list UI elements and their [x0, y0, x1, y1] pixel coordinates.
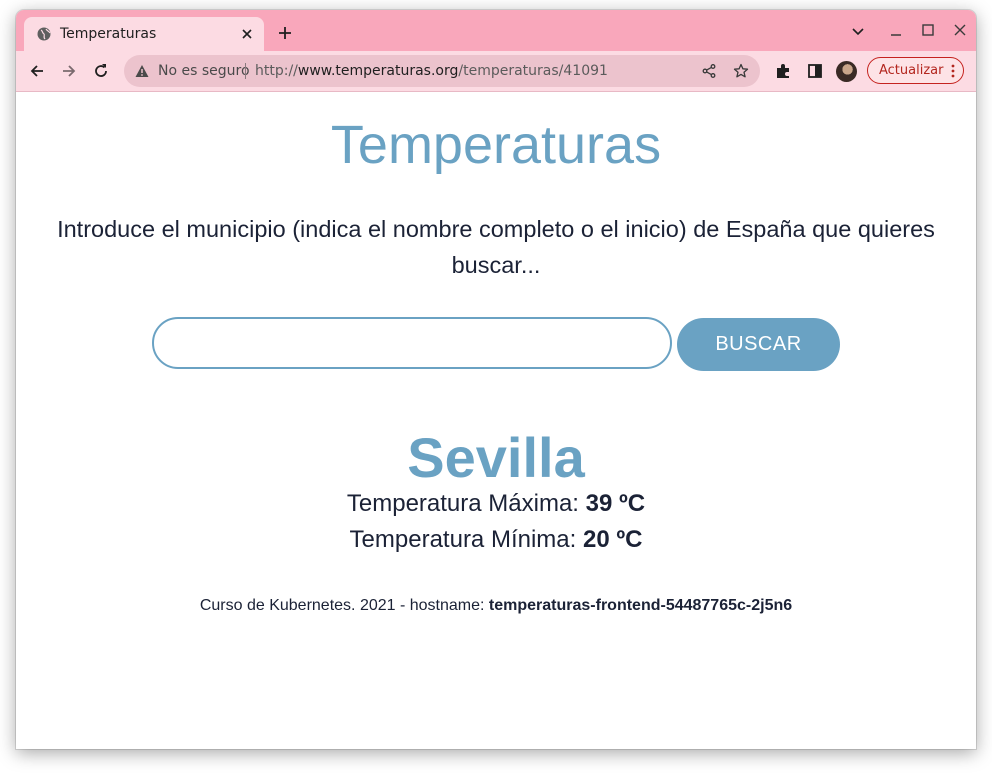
update-label: Actualizar — [879, 63, 944, 78]
minimize-icon[interactable] — [887, 22, 905, 40]
footer: Curso de Kubernetes. 2021 - hostname: te… — [16, 597, 976, 615]
url-text[interactable]: http://www.temperaturas.org/temperaturas… — [255, 63, 608, 79]
browser-toolbar: No es seguro http://www.temperaturas.org… — [16, 51, 976, 92]
globe-icon — [37, 27, 51, 41]
extensions-icon[interactable] — [774, 62, 792, 80]
forward-icon[interactable] — [60, 62, 78, 80]
search-input[interactable] — [152, 317, 672, 369]
min-temperature-value: 20 ºC — [582, 526, 643, 553]
profile-avatar[interactable] — [836, 61, 857, 82]
update-button[interactable]: Actualizar — [867, 57, 964, 84]
page-title: Temperaturas — [330, 115, 662, 175]
browser-window: Temperaturas No es seguro http://www.tem… — [16, 10, 976, 749]
omnibox-divider — [245, 63, 246, 79]
footer-text: Curso de Kubernetes. 2021 - hostname: — [199, 597, 489, 614]
url-scheme: http:// — [255, 63, 298, 79]
max-temperature-value: 39 ºC — [585, 490, 646, 517]
hostname: temperaturas-frontend-54487765c-2j5n6 — [488, 597, 793, 614]
max-temperature: Temperatura Máxima: 39 ºC — [16, 490, 976, 518]
side-panel-icon[interactable] — [806, 62, 824, 80]
maximize-icon[interactable] — [919, 21, 937, 39]
warning-icon[interactable] — [135, 64, 149, 78]
intro-text: Introduce el municipio (indica el nombre… — [57, 216, 935, 278]
min-temperature-label: Temperatura Mínima: — [349, 526, 583, 553]
city-name: Sevilla — [407, 426, 585, 489]
chevron-down-icon[interactable] — [849, 22, 867, 40]
address-bar[interactable]: No es seguro http://www.temperaturas.org… — [124, 55, 760, 87]
url-host: www.temperaturas.org — [297, 63, 459, 79]
tab-temperaturas[interactable]: Temperaturas — [24, 17, 264, 51]
tab-title: Temperaturas — [60, 26, 157, 42]
search-button[interactable]: BUSCAR — [677, 318, 840, 371]
star-icon[interactable] — [733, 63, 749, 79]
security-status[interactable]: No es seguro — [158, 63, 250, 79]
close-window-icon[interactable] — [951, 21, 969, 39]
back-icon[interactable] — [28, 62, 46, 80]
reload-icon[interactable] — [92, 62, 110, 80]
more-vert-icon — [951, 64, 955, 78]
page-content: Temperaturas Introduce el municipio (ind… — [16, 92, 976, 749]
plus-icon[interactable] — [276, 24, 294, 42]
share-icon[interactable] — [701, 63, 717, 79]
tab-strip: Temperaturas — [16, 10, 976, 51]
close-icon[interactable] — [238, 25, 256, 43]
max-temperature-label: Temperatura Máxima: — [346, 490, 586, 517]
min-temperature: Temperatura Mínima: 20 ºC — [16, 526, 976, 554]
url-path: /temperaturas/41091 — [458, 63, 608, 79]
